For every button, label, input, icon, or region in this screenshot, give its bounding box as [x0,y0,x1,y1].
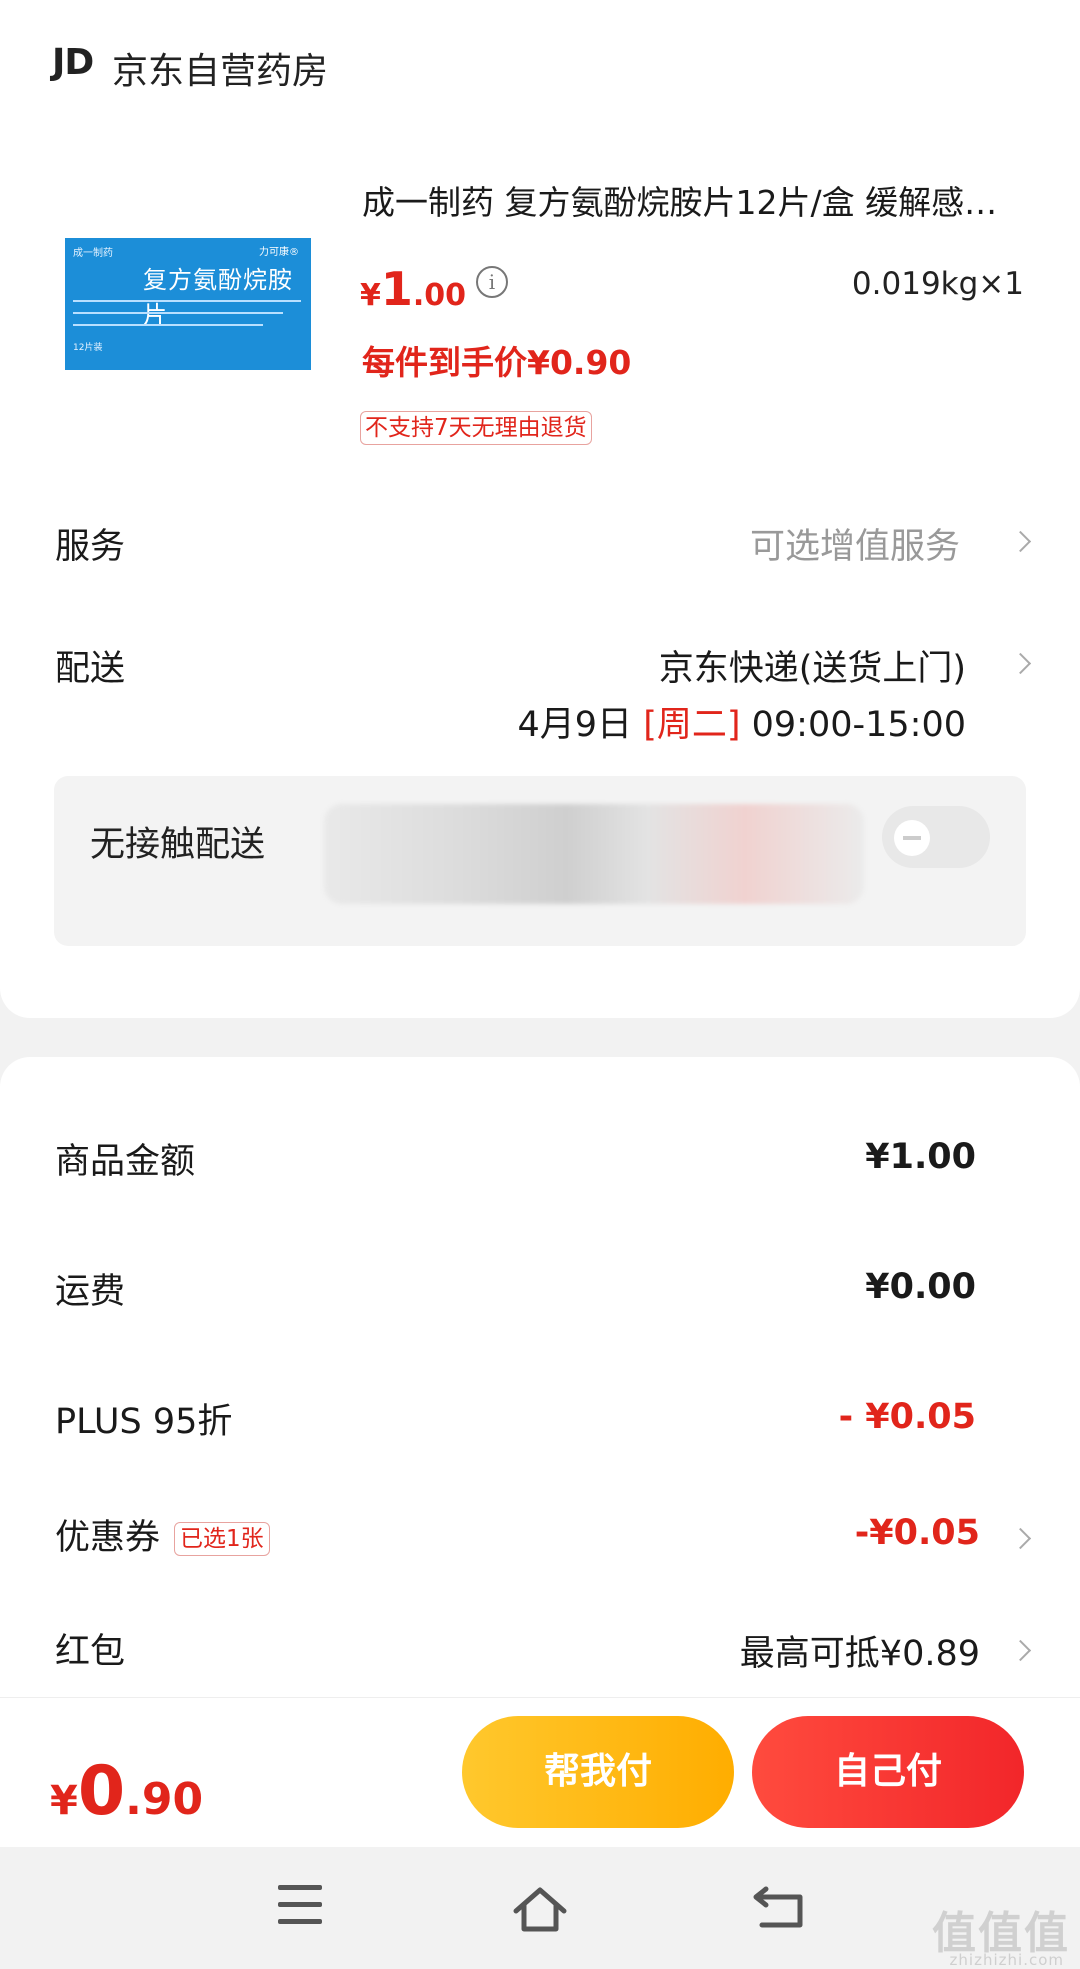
back-icon[interactable] [752,1883,808,1931]
product-title[interactable]: 成一制药 复方氨酚烷胺片12片/盒 缓解感冒引起的发热头痛 [362,176,1026,224]
info-icon[interactable]: i [476,266,508,298]
coupon-row[interactable]: 优惠券 已选1张 [55,1509,270,1560]
service-value[interactable]: 可选增值服务 [750,518,960,569]
toggle-knob [894,820,930,856]
no-return-badge: 不支持7天无理由退货 [360,411,592,445]
blurred-region [324,804,864,904]
system-navigation-bar: 值值值 zhizhizhi.com [0,1847,1080,1969]
product-weight-quantity: 0.019kg×1 [851,266,1024,302]
service-label: 服务 [55,527,126,567]
coupon-selected-badge: 已选1张 [174,1522,270,1556]
shipping-value: ¥0.00 [865,1267,976,1307]
plus-discount-value: - ¥0.05 [838,1397,976,1437]
product-price: ¥1.00 [360,262,467,316]
delivery-time-range: 09:00-15:00 [751,705,966,745]
order-item-card: JD 京东自营药房 成一制药 力可康® 复方氨酚烷胺片 12片装 成一制药 复方… [0,0,1080,1018]
price-summary-card: 商品金额 ¥1.00 运费 ¥0.00 PLUS 95折 - ¥0.05 优惠券… [0,1057,1080,1697]
delivery-weekday: [周二] [643,705,741,745]
product-image-pack: 12片装 [73,343,103,353]
menu-icon[interactable] [278,1885,322,1925]
home-icon[interactable] [512,1885,568,1935]
pay-myself-button[interactable]: 自己付 [752,1716,1024,1828]
store-name[interactable]: 京东自营药房 [112,42,328,94]
redpacket-label: 红包 [55,1632,126,1672]
watermark-site: zhizhizhi.com [949,1951,1064,1969]
redpacket-value[interactable]: 最高可抵¥0.89 [740,1625,980,1676]
delivery-method[interactable]: 京东快递(送货上门) [659,640,966,691]
goods-amount-label: 商品金额 [55,1142,196,1182]
product-image-brand-right: 力可康® [259,247,299,258]
chevron-right-icon[interactable] [1009,652,1032,675]
product-image-brand: 成一制药 [73,248,113,259]
product-image[interactable]: 成一制药 力可康® 复方氨酚烷胺片 12片装 [65,238,311,370]
plus-discount-label: PLUS 95折 [55,1402,233,1442]
chevron-right-icon[interactable] [1009,1639,1032,1662]
coupon-value[interactable]: -¥0.05 [855,1513,980,1553]
product-image-line [73,324,263,326]
goods-amount-value: ¥1.00 [865,1137,976,1177]
contactless-delivery-box: 无接触配送 [54,776,1026,946]
hand-price: 每件到手价¥0.90 [362,343,632,382]
contactless-toggle[interactable] [882,806,990,868]
checkout-bar: ¥0.90 帮我付 自己付 [0,1697,1080,1848]
product-image-line [73,312,283,314]
delivery-date: 4月9日 [517,705,633,745]
product-image-line [73,300,301,302]
product-image-name: 复方氨酚烷胺片 [143,266,293,329]
help-me-pay-button[interactable]: 帮我付 [462,1716,734,1828]
chevron-right-icon[interactable] [1009,1527,1032,1550]
delivery-label: 配送 [55,649,126,689]
contactless-label: 无接触配送 [90,825,266,865]
coupon-label: 优惠券 [55,1518,161,1558]
chevron-right-icon[interactable] [1009,530,1032,553]
jd-logo: JD [52,42,94,83]
delivery-time[interactable]: 4月9日 [周二] 09:00-15:00 [518,696,967,747]
shipping-label: 运费 [55,1272,126,1312]
total-price: ¥0.90 [50,1752,204,1831]
